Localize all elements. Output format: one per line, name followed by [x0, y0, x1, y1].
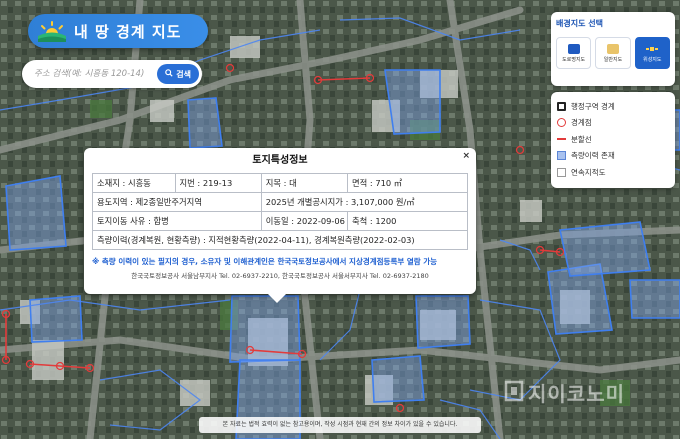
category-cell: 지목 : 대: [260, 173, 349, 193]
basemap-option-label: 도로명지도: [562, 56, 586, 63]
scale-cell: 축척 : 1200: [347, 211, 468, 231]
contact-info: 한국국토정보공사 서울남부지사 Tel. 02-6937-2210, 한국국토정…: [131, 272, 429, 280]
search-button[interactable]: 검색: [157, 64, 199, 84]
basemap-option-satellite[interactable]: 위성지도: [634, 37, 670, 69]
search-icon: [165, 69, 173, 79]
table-row: 소재지 : 시흥동 지번 : 219-13 지목 : 대 면적 : 710 ㎡: [92, 173, 468, 193]
map-legend: 행정구역 경계 경계점 분할선 측량이력 존재 연속지적도: [551, 92, 675, 188]
basemap-option-label: 일반지도: [603, 56, 623, 63]
move-reason-cell: 토지이동 사유 : 합병: [92, 211, 262, 231]
general-map-icon: [606, 43, 619, 54]
sunrise-logo-icon: [38, 20, 66, 42]
lot-cell: 지번 : 219-13: [174, 173, 262, 193]
table-row: 용도지역 : 제2종일반주거지역 2025년 개별공시지가 : 3,107,00…: [92, 192, 469, 212]
legend-label: 경계점: [571, 118, 592, 128]
cadastral-map-icon: [557, 167, 566, 177]
boundary-icon: [557, 101, 566, 111]
road-map-icon: [567, 43, 580, 54]
legend-item-survey-history: 측량이력 존재: [557, 148, 669, 165]
close-icon[interactable]: ×: [462, 151, 470, 161]
move-date-cell: 이동일 : 2022-09-06: [260, 211, 349, 231]
search-input[interactable]: [34, 69, 158, 79]
basemap-option-road[interactable]: 도로명지도: [556, 37, 592, 69]
survey-notice: ※ 측량 이력이 있는 필지의 경우, 소유자 및 이해관계인은 한국국토정보공…: [92, 257, 438, 266]
watermark-logo-icon: [504, 380, 524, 405]
table-row: 측량이력(경계복원, 현황측량) : 지적현황측량(2022-04-11), 경…: [92, 230, 468, 250]
watermark: 지이코노미: [504, 378, 625, 407]
basemap-option-general[interactable]: 일반지도: [595, 37, 631, 69]
survey-history-icon: [557, 151, 566, 161]
watermark-text: 지이코노미: [528, 382, 625, 406]
basemap-options: 도로명지도 일반지도 위성지도: [556, 37, 670, 69]
search-bar: 검색: [22, 60, 202, 88]
disclaimer-text: 본 자료는 법적 효력이 없는 참고용이며, 작성 시점과 현재 간의 정보 차…: [199, 417, 481, 433]
legend-label: 측량이력 존재: [571, 151, 615, 161]
legend-label: 행정구역 경계: [571, 101, 615, 111]
legend-item-division-line: 분할선: [557, 131, 669, 148]
address-cell: 소재지 : 시흥동: [92, 173, 176, 193]
app-title: 내 땅 경계 지도: [74, 22, 182, 41]
satellite-icon: [646, 43, 659, 54]
legend-label: 연속지적도: [571, 167, 606, 177]
basemap-option-label: 위성지도: [643, 56, 662, 63]
price-cell: 2025년 개별공시지가 : 3,107,000 원/㎡: [260, 192, 469, 212]
basemap-title: 배경지도 선택: [556, 19, 603, 28]
boundary-point-icon: [557, 118, 566, 128]
legend-item-boundary: 행정구역 경계: [557, 98, 669, 115]
survey-history-cell: 측량이력(경계복원, 현황측량) : 지적현황측량(2022-04-11), 경…: [92, 230, 468, 250]
land-info-table: 소재지 : 시흥동 지번 : 219-13 지목 : 대 면적 : 710 ㎡ …: [92, 173, 469, 250]
basemap-panel: 배경지도 선택 도로명지도 일반지도 위성지도: [551, 12, 675, 86]
app-logo[interactable]: 내 땅 경계 지도: [28, 14, 208, 48]
legend-item-cadastral: 연속지적도: [557, 164, 669, 181]
legend-label: 분할선: [571, 134, 592, 144]
popup-title: 토지특성정보: [252, 155, 308, 166]
zoning-cell: 용도지역 : 제2종일반주거지역: [92, 192, 262, 212]
division-line-icon: [557, 138, 566, 141]
legend-item-boundary-point: 경계점: [557, 115, 669, 132]
land-info-popup: 토지특성정보 × 소재지 : 시흥동 지번 : 219-13 지목 : 대 면적…: [84, 148, 476, 303]
search-button-label: 검색: [176, 69, 191, 79]
area-cell: 면적 : 710 ㎡: [347, 173, 468, 193]
table-row: 토지이동 사유 : 합병 이동일 : 2022-09-06 축척 : 1200: [92, 211, 468, 231]
